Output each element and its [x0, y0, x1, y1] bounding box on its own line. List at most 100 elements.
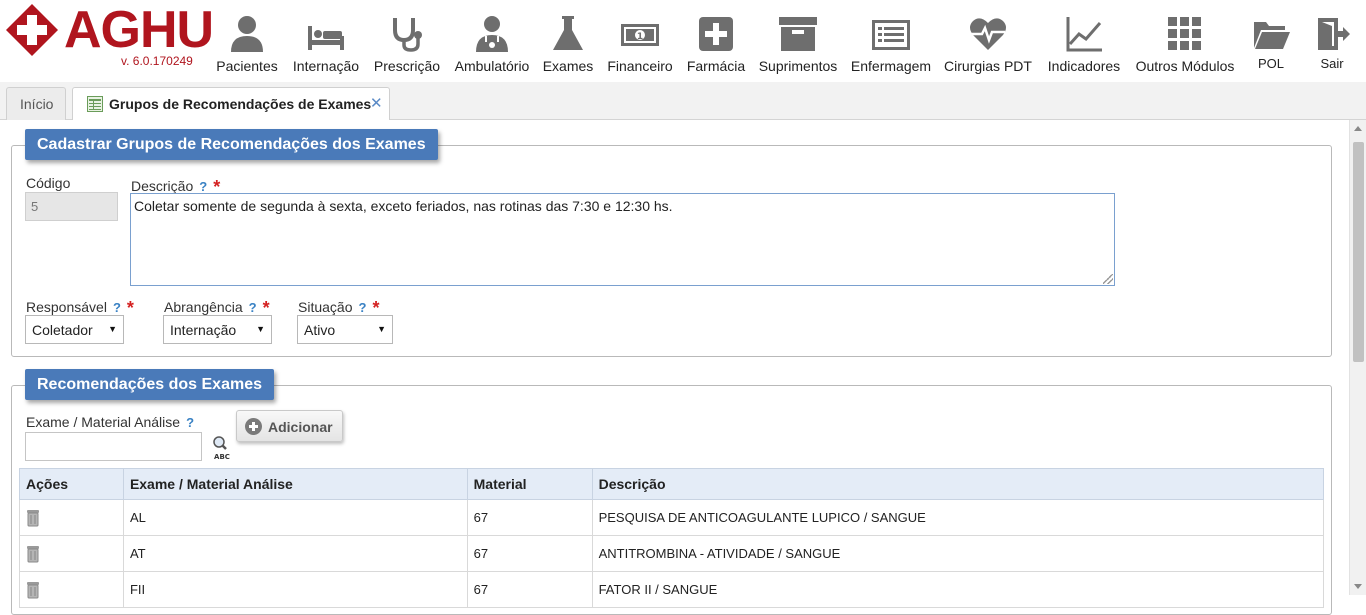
clipboard-list-icon	[872, 20, 910, 50]
responsavel-label-group: Responsável? *	[26, 296, 134, 318]
help-icon[interactable]: ?	[186, 415, 194, 430]
adicionar-button[interactable]: Adicionar	[236, 410, 343, 442]
exame-label: Exame / Material Análise	[26, 414, 181, 430]
heart-pulse-icon	[970, 18, 1006, 50]
medical-cross-logo-icon	[6, 4, 58, 56]
module-farmacia[interactable]: Farmácia	[687, 14, 745, 76]
module-suprimentos[interactable]: Suprimentos	[759, 14, 837, 76]
situacao-label-group: Situação? *	[298, 296, 379, 318]
svg-text:1: 1	[637, 32, 643, 42]
actions-cell	[19, 499, 124, 536]
column-header-material[interactable]: Material	[466, 468, 593, 500]
vertical-scrollbar[interactable]	[1349, 120, 1366, 595]
situacao-label: Situação	[298, 299, 353, 315]
module-label: Sair	[1320, 56, 1344, 71]
column-header-descricao[interactable]: Descrição	[591, 468, 1325, 500]
module-internacao[interactable]: Internação	[292, 14, 360, 76]
aghu-logo[interactable]: AGHU v. 6.0.170249	[6, 1, 214, 76]
help-icon[interactable]: ?	[249, 300, 257, 315]
table-header-row: Ações Exame / Material Análise Material …	[19, 468, 1325, 500]
bed-icon	[308, 26, 344, 50]
resize-grip-icon[interactable]	[1103, 274, 1113, 284]
chevron-down-icon: ▼	[108, 324, 117, 334]
scroll-down-icon[interactable]	[1354, 584, 1362, 589]
help-icon[interactable]: ?	[113, 300, 121, 315]
add-circle-icon	[245, 418, 262, 435]
module-pol[interactable]: POL	[1252, 14, 1290, 76]
responsavel-value: Coletador	[32, 322, 93, 338]
tab-inicio[interactable]: Início	[6, 87, 66, 120]
abrangencia-value: Internação	[170, 322, 237, 338]
money-icon: 1	[621, 24, 659, 46]
responsavel-label: Responsável	[26, 299, 107, 315]
doctor-icon	[476, 16, 508, 52]
module-indicadores[interactable]: Indicadores	[1047, 14, 1121, 76]
trash-icon[interactable]	[26, 509, 40, 527]
situacao-select[interactable]: Ativo ▼	[297, 315, 393, 344]
tab-grupos-recomendacoes[interactable]: Grupos de Recomendações de Exames ✕	[72, 87, 390, 121]
scroll-up-icon[interactable]	[1354, 126, 1362, 131]
module-outros-modulos[interactable]: Outros Módulos	[1136, 14, 1234, 76]
abrangencia-label: Abrangência	[164, 299, 243, 315]
exame-cell: AT	[122, 535, 468, 572]
trash-icon[interactable]	[26, 581, 40, 599]
search-abc-icon[interactable]: ABC	[210, 435, 234, 461]
person-icon	[231, 16, 263, 52]
tab-label: Início	[20, 96, 54, 112]
chevron-down-icon: ▼	[377, 324, 386, 334]
module-ambulatorio[interactable]: Ambulatório	[455, 14, 529, 76]
module-enfermagem[interactable]: Enfermagem	[851, 14, 931, 76]
material-cell: 67	[466, 535, 593, 572]
descricao-cell: ANTITROMBINA - ATIVIDADE / SANGUE	[591, 535, 1325, 572]
descricao-label: Descrição	[131, 178, 194, 194]
stethoscope-icon	[393, 18, 422, 52]
line-chart-icon	[1066, 17, 1102, 52]
archive-box-icon	[779, 17, 817, 51]
column-header-acoes: Ações	[19, 468, 124, 500]
module-exames[interactable]: Exames	[543, 14, 593, 76]
top-navigation-bar: AGHU v. 6.0.170249 Pacientes Internação …	[0, 0, 1366, 82]
scrollbar-thumb[interactable]	[1353, 142, 1364, 362]
descricao-textarea[interactable]: Coletar somente de segunda à sexta, exce…	[130, 193, 1115, 286]
svg-text:ABC: ABC	[214, 453, 230, 461]
exame-label-group: Exame / Material Análise?	[26, 414, 194, 430]
trash-icon[interactable]	[26, 545, 40, 563]
close-tab-icon[interactable]: ✕	[370, 94, 383, 112]
column-header-exame[interactable]: Exame / Material Análise	[122, 468, 468, 500]
folder-icon	[1254, 22, 1290, 49]
recomendacoes-table: Ações Exame / Material Análise Material …	[19, 468, 1325, 608]
table-row: AL 67 PESQUISA DE ANTICOAGULANTE LUPICO …	[19, 499, 1325, 536]
cadastro-panel-title: Cadastrar Grupos de Recomendações dos Ex…	[25, 129, 438, 160]
tab-bar: Início Grupos de Recomendações de Exames…	[0, 82, 1366, 121]
chevron-down-icon: ▼	[256, 324, 265, 334]
abrangencia-label-group: Abrangência? *	[164, 296, 270, 318]
exame-search-input[interactable]	[25, 432, 202, 461]
abrangencia-select[interactable]: Internação ▼	[163, 315, 272, 344]
situacao-value: Ativo	[304, 322, 336, 338]
responsavel-select[interactable]: Coletador ▼	[25, 315, 124, 344]
codigo-field: 5	[25, 192, 118, 221]
module-prescricao[interactable]: Prescrição	[374, 14, 440, 76]
exame-cell: FII	[122, 571, 468, 608]
help-icon[interactable]: ?	[358, 300, 366, 315]
module-cirurgias-pdt[interactable]: Cirurgias PDT	[944, 14, 1032, 76]
material-cell: 67	[466, 571, 593, 608]
material-cell: 67	[466, 499, 593, 536]
adicionar-label: Adicionar	[268, 419, 333, 435]
module-sair[interactable]: Sair	[1313, 14, 1351, 76]
tab-label: Grupos de Recomendações de Exames	[109, 96, 372, 112]
table-row: FII 67 FATOR II / SANGUE	[19, 571, 1325, 608]
plus-box-icon	[699, 17, 733, 51]
recomendacoes-panel-title: Recomendações dos Exames	[25, 369, 274, 400]
actions-cell	[19, 571, 124, 608]
main-content: Cadastrar Grupos de Recomendações dos Ex…	[0, 120, 1348, 615]
descricao-cell: PESQUISA DE ANTICOAGULANTE LUPICO / SANG…	[591, 499, 1325, 536]
module-pacientes[interactable]: Pacientes	[215, 14, 279, 76]
actions-cell	[19, 535, 124, 572]
flask-icon	[553, 16, 583, 50]
exit-door-icon	[1318, 18, 1350, 50]
help-icon[interactable]: ?	[199, 179, 207, 194]
brand-name: AGHU	[64, 1, 214, 59]
spreadsheet-icon	[87, 96, 103, 112]
module-financeiro[interactable]: 1 Financeiro	[607, 14, 673, 76]
